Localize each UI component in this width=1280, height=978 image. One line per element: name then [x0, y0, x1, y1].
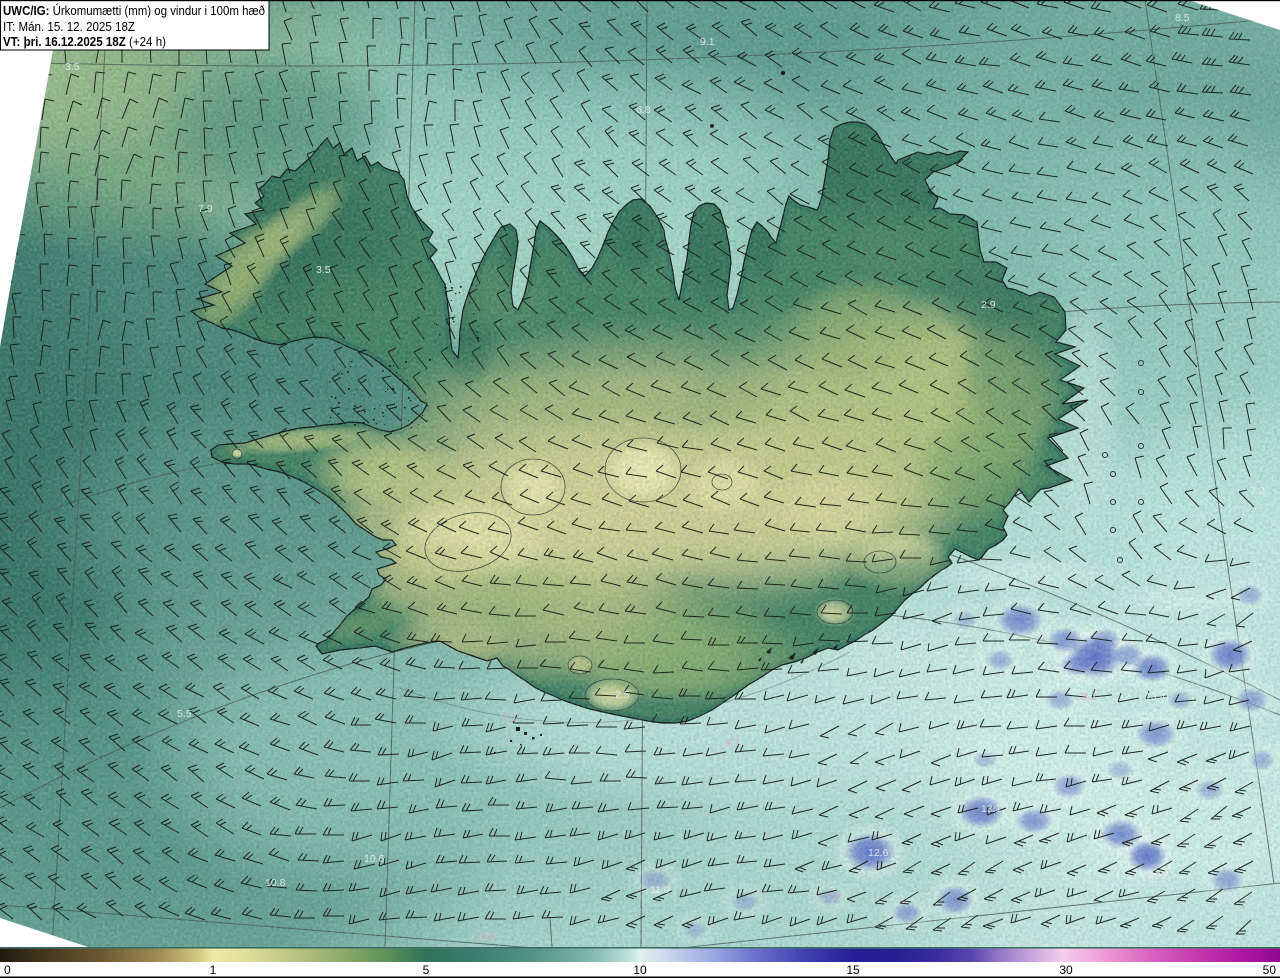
svg-text:5: 5: [423, 963, 430, 977]
svg-text:9.1: 9.1: [700, 36, 715, 48]
svg-text:15: 15: [846, 963, 860, 977]
svg-text:30: 30: [1059, 963, 1073, 977]
svg-text:6.8: 6.8: [636, 104, 651, 116]
svg-text:10.8: 10.8: [265, 877, 286, 889]
svg-text:5.5: 5.5: [177, 708, 192, 720]
svg-text:9.1: 9.1: [503, 712, 518, 724]
svg-text:50: 50: [1263, 963, 1277, 977]
svg-text:12.6: 12.6: [868, 847, 889, 859]
svg-text:10.6: 10.6: [364, 853, 385, 865]
svg-text:2.5: 2.5: [615, 689, 630, 701]
svg-text:1: 1: [210, 963, 217, 977]
svg-text:10: 10: [633, 963, 647, 977]
svg-text:0: 0: [4, 963, 11, 977]
svg-text:UWC/IG: Úrkomumætti (mm) og vi: UWC/IG: Úrkomumætti (mm) og vindur i 100…: [3, 3, 265, 18]
svg-text:IT: Mán. 15. 12. 2025 18Z: IT: Mán. 15. 12. 2025 18Z: [3, 19, 135, 34]
svg-text:13.4: 13.4: [1145, 691, 1166, 703]
svg-text:8.2: 8.2: [1082, 691, 1097, 703]
svg-text:10.3: 10.3: [475, 931, 496, 943]
svg-text:2.9: 2.9: [981, 299, 996, 311]
svg-text:7.9: 7.9: [198, 203, 213, 215]
svg-text:13.1: 13.1: [981, 803, 1002, 815]
svg-text:3.5: 3.5: [65, 61, 80, 73]
svg-text:13.6: 13.6: [1149, 870, 1170, 882]
svg-text:11.0: 11.0: [650, 884, 670, 896]
svg-text:7.2: 7.2: [1250, 485, 1265, 497]
svg-text:VT: þri. 16.12.2025 18Z (+24 h: VT: þri. 16.12.2025 18Z (+24 h): [3, 34, 166, 49]
svg-text:7.8: 7.8: [826, 891, 841, 903]
svg-text:3.5: 3.5: [316, 264, 331, 276]
svg-text:8.5: 8.5: [1175, 12, 1190, 24]
svg-text:9.7: 9.7: [725, 737, 740, 749]
